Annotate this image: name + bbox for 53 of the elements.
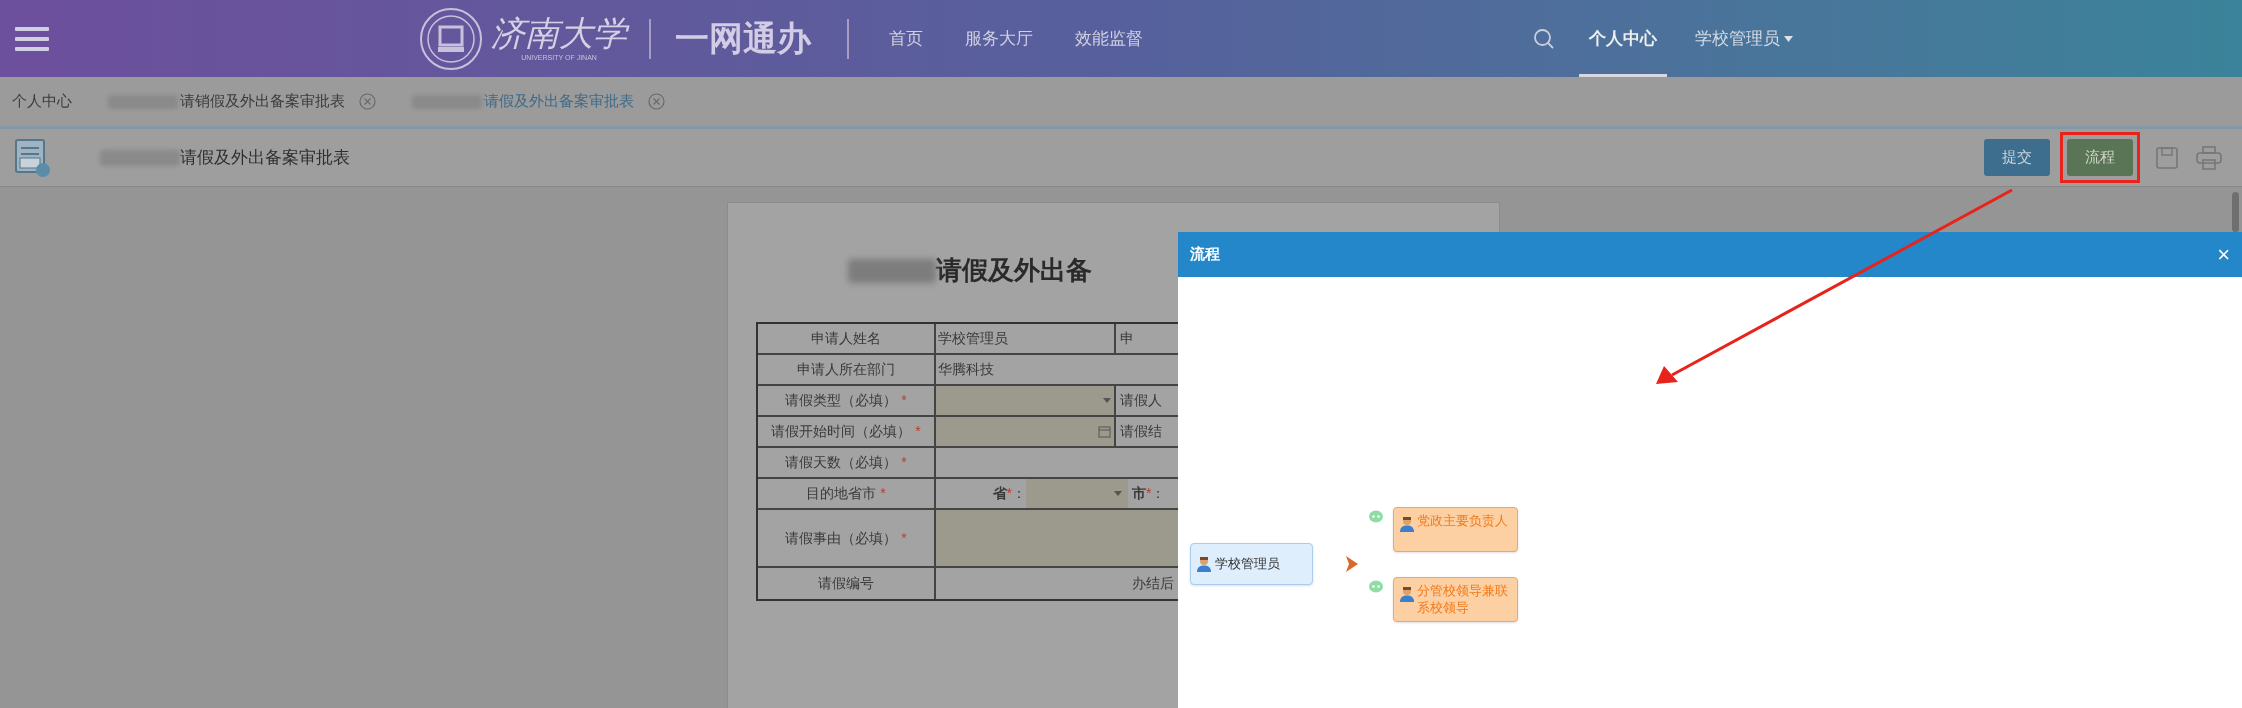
field-label: 省*： — [991, 484, 1026, 503]
chevron-icon — [1344, 554, 1360, 574]
nav-link[interactable]: 服务大厅 — [965, 25, 1033, 52]
search-icon[interactable] — [1533, 27, 1555, 50]
close-icon[interactable] — [359, 93, 376, 110]
emblem-icon — [419, 6, 483, 71]
select-field[interactable] — [936, 386, 1116, 415]
status-icon — [1368, 580, 1384, 594]
nav-link[interactable]: 首页 — [889, 25, 923, 52]
field-label: 目的地省市 * — [758, 479, 936, 508]
table-cell: 学校管理员 — [936, 324, 1116, 353]
close-button[interactable]: × — [2217, 243, 2230, 266]
portal-title: 一网通办 — [675, 18, 811, 59]
close-icon[interactable] — [648, 93, 665, 110]
form-document-icon — [14, 137, 52, 178]
text-area[interactable] — [936, 510, 1180, 566]
field-label: 请假人 — [1119, 391, 1163, 410]
field-label: 请假结 — [1119, 422, 1163, 441]
field-label: 请假天数（必填） * — [758, 448, 936, 477]
calendar-icon — [1098, 425, 1111, 438]
select-field[interactable] — [1026, 479, 1128, 508]
table-cell-text: 华腾科技 — [937, 360, 995, 379]
flow-node[interactable]: 党政主要负责人 — [1393, 507, 1518, 552]
field-label: 市*： — [1131, 484, 1167, 503]
date-field[interactable] — [936, 417, 1116, 446]
tab[interactable]: 请销假及外出备案审批表 — [90, 77, 394, 126]
save-icon[interactable] — [2156, 146, 2178, 169]
print-icon[interactable] — [2196, 145, 2222, 170]
user-menu-item[interactable]: 学校管理员 — [1685, 0, 1803, 77]
caret-icon — [1784, 35, 1793, 42]
status-icon — [1368, 510, 1384, 524]
menu-icon[interactable] — [15, 25, 49, 52]
dialog-title: 流程 — [1190, 244, 1220, 265]
flow-button[interactable]: 流程 — [2067, 139, 2133, 176]
person-icon — [1400, 516, 1414, 532]
field-label: 请假编号 — [758, 568, 936, 599]
tab[interactable]: 个人中心 — [0, 77, 90, 126]
field-label: 申请人姓名 — [758, 324, 936, 353]
tab[interactable]: 请假及外出备案审批表 — [394, 77, 683, 126]
page-title: 请假及外出备案审批表 — [180, 146, 350, 169]
person-icon — [1197, 556, 1211, 572]
nav-link[interactable]: 效能监督 — [1075, 25, 1143, 52]
caret-icon — [1114, 491, 1122, 496]
person-icon — [1400, 586, 1414, 602]
field-label: 申 — [1119, 329, 1135, 348]
field-label: 申请人所在部门 — [758, 355, 936, 384]
submit-button[interactable]: 提交 — [1984, 139, 2050, 176]
flow-node[interactable]: 分管校领导兼联系校领导 — [1393, 577, 1518, 622]
form-title: 请假及外出备 — [936, 254, 1092, 287]
table-cell-text: 办结后 — [1131, 574, 1175, 593]
caret-icon — [1103, 398, 1111, 403]
flow-node[interactable]: 学校管理员 — [1190, 543, 1313, 585]
scrollbar-thumb[interactable] — [2232, 192, 2239, 232]
